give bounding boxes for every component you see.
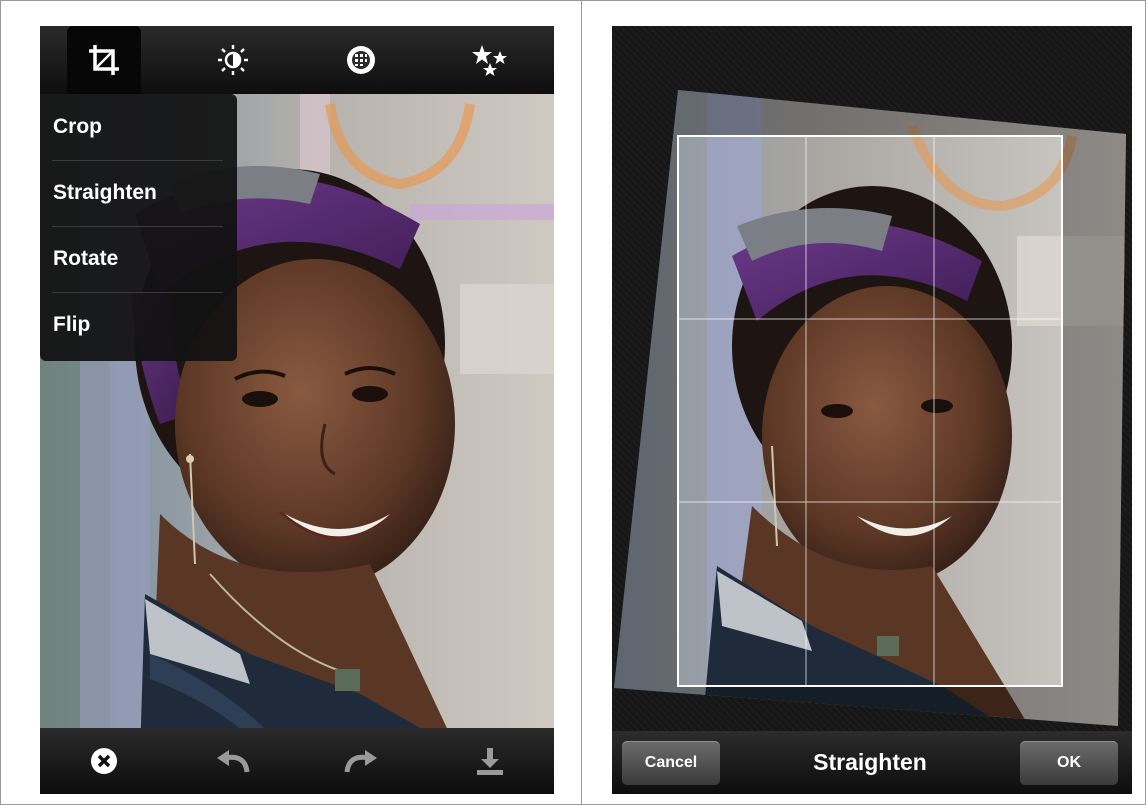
straighten-canvas[interactable]: [612, 26, 1132, 731]
undo-button[interactable]: [196, 727, 270, 794]
mode-title: Straighten: [813, 749, 927, 775]
crop-tool-button[interactable]: [67, 26, 142, 94]
straighten-action-bar: Cancel Straighten OK: [612, 731, 1132, 794]
top-toolbar: [40, 26, 554, 94]
filter-icon: [347, 46, 376, 74]
panel-divider: [581, 0, 582, 805]
menu-item-straighten[interactable]: Straighten: [40, 160, 237, 226]
menu-item-flip[interactable]: Flip: [40, 292, 237, 358]
save-download-icon: [476, 748, 503, 775]
bottom-toolbar: [40, 728, 554, 794]
brightness-icon: [217, 45, 248, 75]
cancel-button[interactable]: Cancel: [622, 741, 720, 785]
effects-tool-button[interactable]: [453, 26, 527, 94]
crop-icon: [89, 45, 120, 75]
effects-stars-icon: [471, 45, 507, 76]
close-icon: [91, 748, 118, 774]
editor-screen-left: Crop Straighten Rotate Flip: [40, 26, 554, 794]
redo-icon: [344, 750, 378, 773]
brightness-tool-button[interactable]: [196, 26, 270, 94]
filter-tool-button[interactable]: [324, 26, 398, 94]
save-button[interactable]: [453, 727, 527, 794]
menu-item-crop[interactable]: Crop: [40, 94, 237, 160]
redo-button[interactable]: [324, 727, 398, 794]
close-button[interactable]: [67, 727, 141, 794]
editor-screen-right: Cancel Straighten OK: [612, 26, 1132, 794]
ok-button[interactable]: OK: [1020, 741, 1118, 785]
undo-icon: [216, 750, 250, 773]
crop-menu: Crop Straighten Rotate Flip: [40, 94, 237, 361]
menu-item-rotate[interactable]: Rotate: [40, 226, 237, 292]
